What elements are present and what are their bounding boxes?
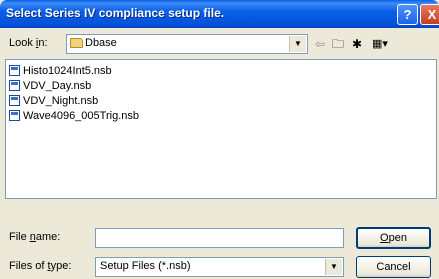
chevron-down-icon[interactable]: ▼ <box>289 36 306 52</box>
file-name-label: File name: <box>9 231 61 243</box>
open-file-dialog: Select Series IV compliance setup file. … <box>0 0 439 279</box>
title-bar: Select Series IV compliance setup file. … <box>0 0 439 28</box>
up-folder-icon[interactable]: 🗀 <box>331 35 345 53</box>
help-icon: ? <box>403 7 412 22</box>
folder-icon <box>70 38 83 48</box>
file-type-dropdown[interactable]: Setup Files (*.nsb) ▼ <box>95 257 344 277</box>
file-icon <box>9 65 20 76</box>
views-menu-icon[interactable]: ▦▾ <box>370 35 390 53</box>
look-in-dropdown[interactable]: Dbase ▼ <box>66 34 308 54</box>
list-item[interactable]: Wave4096_005Trig.nsb <box>9 109 139 124</box>
open-button[interactable]: Open <box>356 227 431 249</box>
look-in-label: Look in: <box>9 37 48 49</box>
back-arrow-icon[interactable]: ⇦ <box>313 35 327 53</box>
file-icon <box>9 95 20 106</box>
list-item[interactable]: Histo1024Int5.nsb <box>9 64 112 79</box>
list-item[interactable]: VDV_Day.nsb <box>9 79 91 94</box>
chevron-down-icon[interactable]: ▼ <box>325 259 342 275</box>
file-icon <box>9 110 20 121</box>
file-list[interactable]: Histo1024Int5.nsb VDV_Day.nsb VDV_Night.… <box>5 59 437 199</box>
new-folder-icon[interactable]: ✱ <box>349 35 365 53</box>
close-button[interactable]: X <box>420 4 439 25</box>
look-in-value: Dbase <box>85 37 117 49</box>
list-item[interactable]: VDV_Night.nsb <box>9 94 98 109</box>
file-type-value: Setup Files (*.nsb) <box>100 260 191 272</box>
help-button[interactable]: ? <box>397 4 418 25</box>
file-type-label: Files of type: <box>9 260 72 272</box>
file-icon <box>9 80 20 91</box>
close-icon: X <box>427 7 437 22</box>
file-name-input[interactable] <box>95 228 344 248</box>
dialog-title: Select Series IV compliance setup file. <box>6 6 225 20</box>
cancel-button[interactable]: Cancel <box>356 256 431 278</box>
